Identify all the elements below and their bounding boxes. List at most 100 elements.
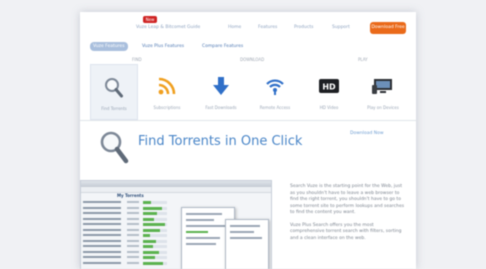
row-name bbox=[83, 239, 121, 242]
tool-label: Find Torrents bbox=[101, 106, 127, 111]
app-toolbar bbox=[81, 187, 271, 193]
progress-bar bbox=[143, 239, 167, 243]
table-row[interactable] bbox=[83, 206, 183, 211]
row-name bbox=[83, 250, 121, 253]
nav-link-features[interactable]: Features bbox=[258, 25, 277, 30]
popup-line bbox=[186, 213, 222, 215]
row-name bbox=[83, 223, 121, 225]
row-size bbox=[127, 201, 139, 203]
progress-fill bbox=[143, 206, 163, 210]
nav-link-support[interactable]: Support bbox=[332, 25, 350, 30]
progress-fill bbox=[143, 256, 155, 259]
description-paragraph: Search Vuze is the starting point for th… bbox=[290, 184, 405, 215]
row-name bbox=[83, 206, 121, 209]
row-name bbox=[83, 256, 121, 258]
progress-bar bbox=[143, 261, 167, 265]
popup-line bbox=[186, 225, 226, 227]
tool-play-on-devices[interactable]: Play on Devices bbox=[360, 64, 406, 118]
nav-link-home[interactable]: Home bbox=[228, 25, 241, 30]
progress-bar bbox=[143, 234, 167, 237]
progress-bar bbox=[143, 228, 167, 232]
app-tab-label: My Torrents bbox=[117, 193, 144, 198]
progress-fill bbox=[143, 250, 159, 254]
progress-fill bbox=[143, 261, 164, 265]
progress-fill bbox=[143, 239, 157, 243]
table-row[interactable] bbox=[83, 256, 183, 260]
progress-fill bbox=[143, 245, 153, 248]
row-size bbox=[127, 250, 139, 253]
progress-fill bbox=[143, 234, 151, 237]
popup-line bbox=[186, 237, 220, 239]
divider bbox=[80, 120, 416, 121]
table-row[interactable] bbox=[83, 234, 183, 238]
progress-fill bbox=[143, 201, 152, 204]
progress-bar bbox=[143, 201, 167, 204]
row-size bbox=[127, 223, 139, 225]
rss-icon bbox=[158, 77, 176, 95]
table-row[interactable] bbox=[83, 239, 183, 244]
table-row[interactable] bbox=[83, 223, 183, 227]
tab-vuze-plus-features[interactable]: Vuze Plus Features bbox=[142, 42, 184, 51]
tool-fast-downloads[interactable]: Fast Downloads bbox=[198, 64, 244, 118]
table-row[interactable] bbox=[83, 245, 183, 249]
progress-fill bbox=[143, 228, 160, 232]
popup-line bbox=[186, 219, 214, 221]
devices-icon bbox=[372, 79, 392, 94]
progress-bar bbox=[143, 217, 167, 221]
row-size bbox=[127, 234, 139, 236]
row-size bbox=[127, 212, 139, 214]
row-name bbox=[83, 245, 121, 247]
vuze-app-screenshot: My Torrents bbox=[80, 180, 272, 269]
popup-line bbox=[186, 243, 216, 245]
tool-label: Play on Devices bbox=[367, 105, 399, 110]
progress-bar bbox=[143, 250, 167, 254]
magnifier-icon bbox=[105, 78, 123, 98]
download-free-button[interactable]: Download Free bbox=[370, 22, 406, 34]
tab-compare-features[interactable]: Compare Features bbox=[202, 42, 243, 51]
nav-link-products[interactable]: Products bbox=[294, 25, 313, 30]
svg-text:HD: HD bbox=[322, 83, 336, 92]
table-row[interactable] bbox=[83, 201, 183, 205]
new-badge: New bbox=[143, 16, 157, 23]
row-name bbox=[83, 228, 121, 231]
row-name bbox=[83, 201, 121, 203]
feature-icon-row: Find Torrents Subscriptions Fast Downloa… bbox=[90, 64, 406, 120]
download-arrow-icon bbox=[213, 77, 229, 95]
table-row[interactable] bbox=[83, 217, 183, 222]
top-navigation: New Vuze Leap & Bitcomet Guide Home Feat… bbox=[80, 16, 416, 36]
tool-remote-access[interactable]: Remote Access bbox=[252, 64, 298, 118]
row-name bbox=[83, 261, 121, 264]
progress-bar bbox=[143, 206, 167, 210]
progress-fill bbox=[143, 217, 154, 221]
progress-fill bbox=[143, 223, 165, 226]
row-name bbox=[83, 234, 121, 236]
table-row[interactable] bbox=[83, 261, 183, 266]
hero-title: Find Torrents in One Click bbox=[138, 134, 303, 149]
group-label-find: FIND bbox=[132, 57, 142, 62]
nav-link-guide[interactable]: Vuze Leap & Bitcomet Guide bbox=[136, 25, 200, 30]
tab-vuze-features[interactable]: Vuze Features bbox=[90, 42, 128, 51]
tool-label: HD Video bbox=[319, 105, 339, 110]
table-row[interactable] bbox=[83, 228, 183, 233]
row-size bbox=[127, 245, 139, 247]
wifi-icon bbox=[266, 79, 284, 95]
table-row[interactable] bbox=[83, 212, 183, 216]
tool-label: Fast Downloads bbox=[205, 105, 237, 110]
tool-subscriptions[interactable]: Subscriptions bbox=[144, 64, 190, 118]
progress-bar bbox=[143, 256, 167, 259]
progress-fill bbox=[143, 212, 158, 215]
tool-hd-video[interactable]: HD HD Video bbox=[306, 64, 352, 118]
feature-description: Search Vuze is the starting point for th… bbox=[290, 184, 408, 248]
download-now-link[interactable]: Download Now bbox=[350, 131, 384, 136]
row-size bbox=[127, 261, 139, 264]
row-size bbox=[127, 256, 139, 258]
webpage: New Vuze Leap & Bitcomet Guide Home Feat… bbox=[80, 12, 416, 269]
row-size bbox=[127, 206, 139, 209]
tool-find-torrents[interactable]: Find Torrents bbox=[90, 64, 138, 120]
row-size bbox=[127, 239, 139, 242]
feature-tabs: Vuze Features Vuze Plus Features Compare… bbox=[80, 42, 416, 52]
app-popup-window bbox=[225, 219, 269, 269]
progress-bar bbox=[143, 245, 167, 248]
table-row[interactable] bbox=[83, 250, 183, 255]
hd-icon: HD bbox=[319, 79, 339, 93]
